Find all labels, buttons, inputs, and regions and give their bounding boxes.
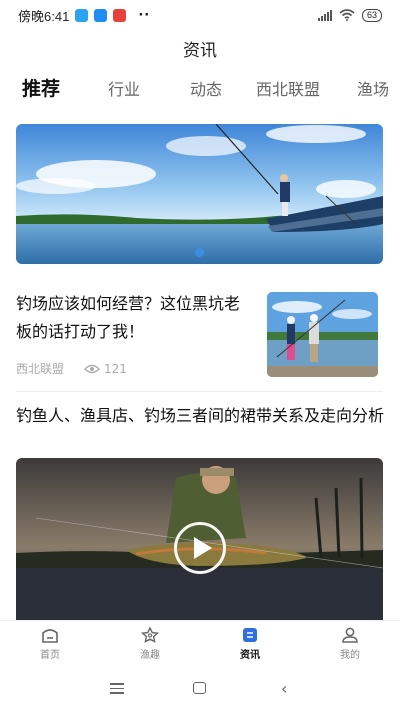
system-navigation-bar: ‹ xyxy=(0,666,400,711)
banner-carousel[interactable] xyxy=(16,124,383,264)
status-time: 傍晚6:41 xyxy=(18,8,70,24)
article-title[interactable]: 钓鱼人、渔具店、钓场三者间的裙带关系及走向分析 xyxy=(16,402,386,430)
banner-image xyxy=(16,124,383,264)
nav-item-profile[interactable]: 我的 xyxy=(300,621,400,666)
app-notification-icon xyxy=(113,8,127,22)
star-icon xyxy=(141,627,159,643)
nav-label: 渔趣 xyxy=(140,650,160,661)
tab-recommend[interactable]: 推荐 xyxy=(22,74,60,101)
tab-industry[interactable]: 行业 xyxy=(108,76,140,100)
app-notification-icon xyxy=(75,8,89,22)
status-bar: 傍晚6:41 ·· 63 xyxy=(0,0,400,30)
article-source: 西北联盟 xyxy=(16,362,65,376)
nav-label: 我的 xyxy=(340,650,360,661)
tab-news-feed[interactable]: 动态 xyxy=(190,76,222,100)
more-notifications-icon: ·· xyxy=(138,7,151,23)
nav-item-home[interactable]: 首页 xyxy=(0,621,100,666)
article-thumbnail-image xyxy=(267,292,378,377)
battery-indicator: 63 xyxy=(361,8,382,22)
divider xyxy=(16,391,383,392)
view-count: 121 xyxy=(104,361,127,376)
tab-fishing-ground[interactable]: 渔场 xyxy=(357,76,389,100)
eye-icon xyxy=(84,364,100,373)
carousel-indicator[interactable] xyxy=(195,248,204,257)
bottom-navigation: 首页 渔趣 资讯 我的 xyxy=(0,620,400,666)
article-thumbnail[interactable] xyxy=(267,292,378,377)
app-notification-icon xyxy=(94,8,108,22)
news-icon xyxy=(243,628,257,642)
category-tabs: 推荐 行业 动态 西北联盟 渔场 xyxy=(0,76,400,106)
play-button[interactable] xyxy=(174,522,226,574)
page-title: 资讯 xyxy=(183,41,217,61)
menu-icon[interactable] xyxy=(110,683,124,697)
wifi-icon xyxy=(339,9,355,21)
nav-item-fun[interactable]: 渔趣 xyxy=(100,621,200,666)
home-icon xyxy=(42,629,58,643)
nav-label: 资讯 xyxy=(240,650,260,661)
back-icon[interactable]: ‹ xyxy=(281,679,287,698)
nav-label: 首页 xyxy=(40,650,60,661)
nav-item-news[interactable]: 资讯 xyxy=(200,621,300,666)
home-button-icon[interactable] xyxy=(193,682,206,694)
article-title[interactable]: 钓场应该如何经营？这位黑坑老板的话打动了我！ xyxy=(16,290,248,346)
tab-northwest-alliance[interactable]: 西北联盟 xyxy=(256,76,320,100)
article-meta: 西北联盟 121 xyxy=(16,360,127,377)
signal-icon xyxy=(317,9,332,21)
user-icon xyxy=(342,627,358,643)
